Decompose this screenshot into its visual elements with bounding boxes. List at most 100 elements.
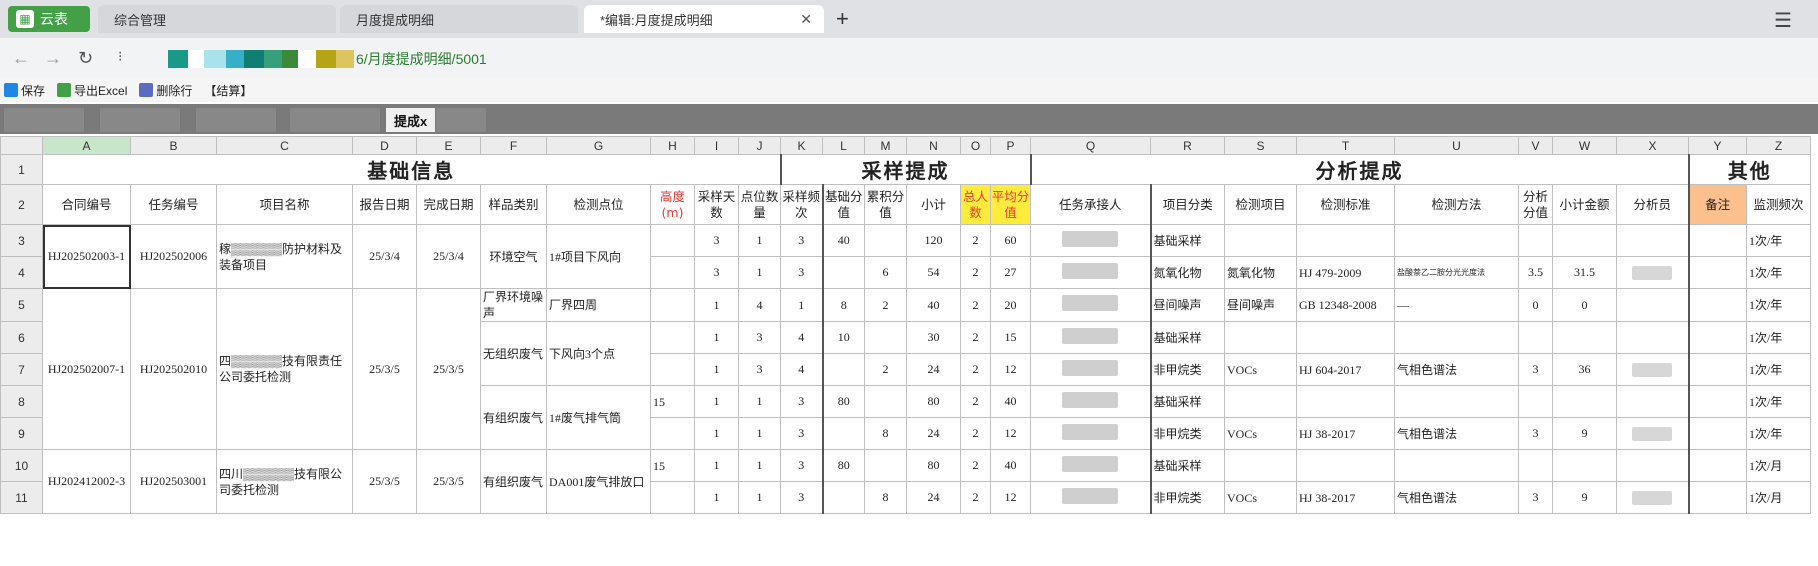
col-header-D[interactable]: D [352, 136, 417, 155]
header-height[interactable]: 高度(m) [650, 184, 695, 225]
cell-report-date[interactable]: 25/3/5 [352, 449, 417, 514]
cell-sample-type[interactable]: 环境空气 [480, 224, 547, 289]
cell-test-point[interactable]: 1#项目下风向 [546, 224, 651, 289]
cell-item[interactable]: 氮氧化物 [1224, 256, 1297, 289]
cell-remark[interactable] [1687, 321, 1747, 354]
header-monitor-freq[interactable]: 监测频次 [1746, 184, 1811, 225]
cell-people[interactable]: 2 [960, 288, 991, 322]
cell-height[interactable]: 15 [650, 449, 695, 482]
cell-points[interactable]: 1 [738, 449, 781, 482]
cell-days[interactable]: 1 [694, 353, 739, 386]
cell-monitor-freq[interactable]: 1次/年 [1746, 224, 1811, 257]
cell-subtotal[interactable]: 120 [906, 224, 961, 257]
header-base-score[interactable]: 基础分值 [821, 184, 865, 225]
inner-tab-redacted[interactable] [436, 108, 486, 132]
cell-days[interactable]: 3 [694, 224, 739, 257]
cell-task[interactable]: HJ202503001 [130, 449, 217, 514]
col-header-M[interactable]: M [864, 136, 907, 155]
cell-assignee[interactable] [1030, 481, 1151, 514]
cell-freq[interactable]: 3 [780, 224, 823, 257]
cell-freq[interactable]: 1 [780, 288, 823, 322]
header-point-count[interactable]: 点位数量 [738, 184, 781, 225]
cell-analyst[interactable] [1616, 481, 1689, 514]
cell-sample-type[interactable]: 厂界环境噪声 [480, 288, 547, 322]
tab-monthly-commission[interactable]: 月度提成明细 [340, 5, 578, 33]
cell-subtotal[interactable]: 80 [906, 449, 961, 482]
cell-ascore[interactable]: 3.5 [1518, 256, 1553, 289]
col-header-X[interactable]: X [1616, 136, 1689, 155]
cell-height[interactable] [650, 353, 695, 386]
inner-tab-commission[interactable]: 提成x [386, 108, 436, 132]
cell-remark[interactable] [1687, 353, 1747, 386]
close-tab-icon[interactable]: ✕ [800, 11, 812, 28]
cell-avg[interactable]: 15 [990, 321, 1031, 354]
inner-tab-redacted[interactable] [100, 108, 180, 132]
cell-avg[interactable]: 12 [990, 353, 1031, 386]
cell-item[interactable] [1224, 224, 1297, 257]
cell-ascore[interactable]: 3 [1518, 481, 1553, 514]
header-assignee[interactable]: 任务承接人 [1030, 184, 1151, 225]
cell-amount[interactable]: 31.5 [1552, 256, 1617, 289]
cell-method[interactable] [1394, 449, 1519, 482]
cell-analyst[interactable] [1616, 353, 1689, 386]
inner-tab-redacted[interactable] [290, 108, 380, 132]
header-sample-type[interactable]: 样品类别 [480, 184, 547, 225]
reload-icon[interactable]: ↻ [78, 48, 93, 69]
cell-monitor-freq[interactable]: 1次/年 [1746, 321, 1811, 354]
cell-ascore[interactable]: 3 [1518, 353, 1553, 386]
col-header-Q[interactable]: Q [1030, 136, 1151, 155]
cell-finish-date[interactable]: 25/3/5 [416, 449, 481, 514]
cell-base[interactable]: 8 [821, 288, 865, 322]
cell-subtotal[interactable]: 40 [906, 288, 961, 322]
cell-contract[interactable]: HJ202412002-3 [42, 449, 131, 514]
delete-row-button[interactable]: 删除行 [139, 82, 192, 99]
row-header[interactable]: 5 [0, 288, 43, 322]
cell-item[interactable] [1224, 321, 1297, 354]
cell-finish-date[interactable]: 25/3/5 [416, 288, 481, 450]
cell-amount[interactable] [1552, 449, 1617, 482]
cell-days[interactable]: 1 [694, 449, 739, 482]
col-header-T[interactable]: T [1296, 136, 1395, 155]
cell-method[interactable] [1394, 224, 1519, 257]
col-header-Y[interactable]: Y [1688, 136, 1747, 155]
cell-monitor-freq[interactable]: 1次/月 [1746, 481, 1811, 514]
cell-analyst[interactable] [1616, 385, 1689, 418]
cell-standard[interactable] [1296, 385, 1395, 418]
col-header-R[interactable]: R [1150, 136, 1225, 155]
row-header[interactable]: 9 [0, 417, 43, 450]
cell-test-point[interactable]: 下风向3个点 [546, 321, 651, 386]
cell-freq[interactable]: 3 [780, 385, 823, 418]
cell-remark[interactable] [1687, 417, 1747, 450]
cell-accum[interactable] [864, 385, 907, 418]
new-tab-icon[interactable]: + [836, 6, 849, 32]
cell-avg[interactable]: 60 [990, 224, 1031, 257]
row-header[interactable]: 6 [0, 321, 43, 354]
cell-item[interactable]: VOCs [1224, 481, 1297, 514]
header-total-people[interactable]: 总人数 [960, 184, 991, 225]
cell-avg[interactable]: 40 [990, 449, 1031, 482]
cell-avg[interactable]: 40 [990, 385, 1031, 418]
cell-analyst[interactable] [1616, 417, 1689, 450]
cell-amount[interactable] [1552, 224, 1617, 257]
cell-category[interactable]: 基础采样 [1149, 449, 1225, 482]
cell-ascore[interactable]: 3 [1518, 417, 1553, 450]
cell-height[interactable] [650, 481, 695, 514]
cell-subtotal[interactable]: 24 [906, 481, 961, 514]
col-header-S[interactable]: S [1224, 136, 1297, 155]
col-header-G[interactable]: G [546, 136, 651, 155]
cell-ascore[interactable] [1518, 385, 1553, 418]
cell-amount[interactable]: 9 [1552, 481, 1617, 514]
cell-freq[interactable]: 3 [780, 417, 823, 450]
cell-method[interactable]: 气相色谱法 [1394, 417, 1519, 450]
cell-standard[interactable]: HJ 479-2009 [1296, 256, 1395, 289]
cell-analyst[interactable] [1616, 321, 1689, 354]
site-info-icon[interactable]: ⁝ [118, 48, 122, 65]
cell-remark[interactable] [1687, 288, 1747, 322]
header-test-point[interactable]: 检测点位 [546, 184, 651, 225]
header-avg-score[interactable]: 平均分值 [990, 184, 1031, 225]
cell-ascore[interactable] [1518, 224, 1553, 257]
cell-base[interactable]: 40 [821, 224, 865, 257]
cell-report-date[interactable]: 25/3/5 [352, 288, 417, 450]
row-header[interactable]: 7 [0, 353, 43, 386]
cell-base[interactable] [821, 417, 865, 450]
